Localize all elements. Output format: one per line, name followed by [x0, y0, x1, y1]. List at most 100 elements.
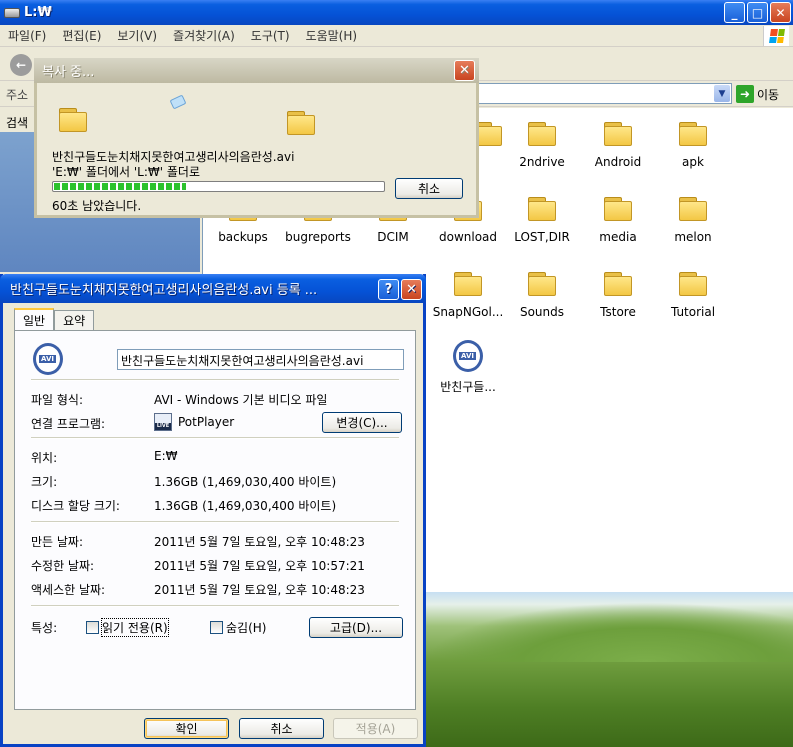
properties-tabs: 일반 요약	[14, 308, 95, 330]
folder-icon	[454, 272, 482, 296]
accessed-value: 2011년 5월 7일 토요일, 오후 10:48:23	[154, 583, 365, 597]
tab-summary[interactable]: 요약	[54, 310, 95, 330]
size-label: 크기:	[31, 475, 58, 489]
go-label: 이동	[757, 87, 780, 102]
menu-edit[interactable]: 편집(E)	[54, 27, 109, 44]
properties-title: 반친구들도눈치채지못한여고생리사의음란성.avi 등록 ...	[10, 283, 318, 298]
attributes-label: 특성:	[31, 621, 58, 635]
ok-button[interactable]: 확인	[144, 718, 229, 739]
size-value: 1.36GB (1,469,030,400 바이트)	[154, 475, 337, 489]
help-button[interactable]: ?	[378, 279, 399, 300]
folder-item[interactable]: apk	[656, 122, 730, 169]
location-label: 위치:	[31, 451, 58, 465]
go-button[interactable]: ➜ 이동	[736, 85, 779, 103]
file-type-value: AVI - Windows 기본 비디오 파일	[154, 393, 328, 407]
avi-file-icon: AVI	[453, 340, 483, 372]
location-value: E:₩	[154, 449, 178, 463]
folder-icon	[604, 272, 632, 296]
created-label: 만든 날짜:	[31, 535, 84, 549]
drive-icon	[4, 7, 20, 18]
change-button[interactable]: 변경(C)...	[322, 412, 402, 433]
folder-item[interactable]: LOST,DIR	[505, 197, 579, 244]
accessed-label: 액세스한 날짜:	[31, 583, 106, 597]
hidden-label: 숨김(H)	[226, 621, 267, 635]
menu-file[interactable]: 파일(F)	[0, 27, 54, 44]
copy-source-destination: 'E:₩' 폴더에서 'L:₩' 폴더로	[52, 165, 201, 179]
folder-icon	[604, 122, 632, 146]
general-tab-panel: AVI 반친구들도눈치채지못한여고생리사의음란성.avi 파일 형식: AVI …	[14, 330, 416, 710]
chevron-down-icon[interactable]: ▼	[714, 85, 730, 102]
folder-item[interactable]: 2ndrive	[505, 122, 579, 169]
properties-close-button[interactable]: ✕	[401, 279, 422, 300]
folder-icon	[528, 272, 556, 296]
address-input[interactable]: ▼	[478, 83, 732, 104]
avi-file-icon: AVI	[33, 343, 63, 375]
copy-cancel-button[interactable]: 취소	[395, 178, 463, 199]
separator	[31, 521, 399, 523]
maximize-button[interactable]: □	[747, 2, 768, 23]
size-on-disk-value: 1.36GB (1,469,030,400 바이트)	[154, 499, 337, 513]
menu-bar: 파일(F) 편집(E) 보기(V) 즐겨찾기(A) 도구(T) 도움말(H)	[0, 25, 793, 47]
copy-progress-bar	[52, 181, 385, 192]
folder-icon	[679, 197, 707, 221]
properties-dialog: 반친구들도눈치채지못한여고생리사의음란성.avi 등록 ... ? ✕ 일반 요…	[0, 274, 426, 747]
potplayer-icon: LIVE	[154, 413, 172, 431]
folder-icon	[604, 197, 632, 221]
folder-item[interactable]: SnapNGol...	[431, 272, 505, 319]
opens-with-value: LIVE PotPlayer	[154, 413, 234, 431]
menu-view[interactable]: 보기(V)	[109, 27, 165, 44]
copy-dialog-titlebar[interactable]: 복사 중... ✕	[34, 58, 479, 83]
minimize-button[interactable]: _	[724, 2, 745, 23]
opens-with-label: 연결 프로그램:	[31, 417, 106, 431]
go-arrow-icon: ➜	[736, 85, 754, 103]
folder-item[interactable]: media	[581, 197, 655, 244]
size-on-disk-label: 디스크 할당 크기:	[31, 499, 120, 513]
opens-with-name: PotPlayer	[178, 415, 235, 429]
menu-help[interactable]: 도움말(H)	[298, 27, 366, 44]
file-type-label: 파일 형식:	[31, 393, 84, 407]
separator	[31, 379, 399, 381]
folder-icon	[528, 122, 556, 146]
video-file-item[interactable]: AVI 반친구들...	[431, 340, 505, 395]
separator	[31, 605, 399, 607]
folder-icon	[679, 272, 707, 296]
modified-value: 2011년 5월 7일 토요일, 오후 10:57:21	[154, 559, 365, 573]
copy-dialog-close-button[interactable]: ✕	[454, 60, 475, 81]
back-button[interactable]: ←	[10, 54, 32, 76]
folder-item[interactable]: Sounds	[505, 272, 579, 319]
explorer-title: L:₩	[24, 5, 52, 20]
cancel-button[interactable]: 취소	[239, 718, 324, 739]
folder-icon	[528, 197, 556, 221]
folder-item[interactable]: Tutorial	[656, 272, 730, 319]
flying-document-icon	[169, 94, 187, 110]
properties-titlebar[interactable]: 반친구들도눈치채지못한여고생리사의음란성.avi 등록 ... ? ✕	[0, 274, 426, 303]
created-value: 2011년 5월 7일 토요일, 오후 10:48:23	[154, 535, 365, 549]
menu-tools[interactable]: 도구(T)	[243, 27, 298, 44]
hidden-checkbox[interactable]: 숨김(H)	[210, 619, 266, 636]
copy-progress-dialog: 복사 중... ✕ 반친구들도눈치채지못한여고생리사의음란성.avi 'E:₩'…	[34, 58, 479, 218]
advanced-button[interactable]: 고급(D)...	[309, 617, 403, 638]
desktop-wallpaper	[425, 592, 793, 747]
copy-progress-fill	[54, 183, 186, 190]
windows-logo-icon	[763, 26, 789, 46]
filename-input[interactable]: 반친구들도눈치채지못한여고생리사의음란성.avi	[117, 349, 404, 370]
readonly-label: 읽기 전용(R)	[101, 618, 169, 637]
separator	[31, 437, 399, 439]
address-label: 주소	[6, 88, 29, 102]
readonly-checkbox-box[interactable]	[86, 621, 99, 634]
tab-general[interactable]: 일반	[14, 308, 55, 330]
close-button[interactable]: ✕	[770, 2, 791, 23]
copy-time-remaining: 60초 남았습니다.	[52, 199, 142, 213]
search-label: 검색	[6, 116, 29, 130]
folder-item[interactable]: Android	[581, 122, 655, 169]
copy-dialog-title: 복사 중...	[42, 65, 95, 80]
hidden-checkbox-box[interactable]	[210, 621, 223, 634]
folder-item[interactable]: Tstore	[581, 272, 655, 319]
menu-favorites[interactable]: 즐겨찾기(A)	[165, 27, 243, 44]
apply-button[interactable]: 적용(A)	[333, 718, 418, 739]
folder-icon	[679, 122, 707, 146]
readonly-checkbox[interactable]: 읽기 전용(R)	[86, 618, 169, 637]
modified-label: 수정한 날짜:	[31, 559, 95, 573]
explorer-titlebar[interactable]: L:₩ _ □ ✕	[0, 0, 793, 25]
folder-item[interactable]: melon	[656, 197, 730, 244]
